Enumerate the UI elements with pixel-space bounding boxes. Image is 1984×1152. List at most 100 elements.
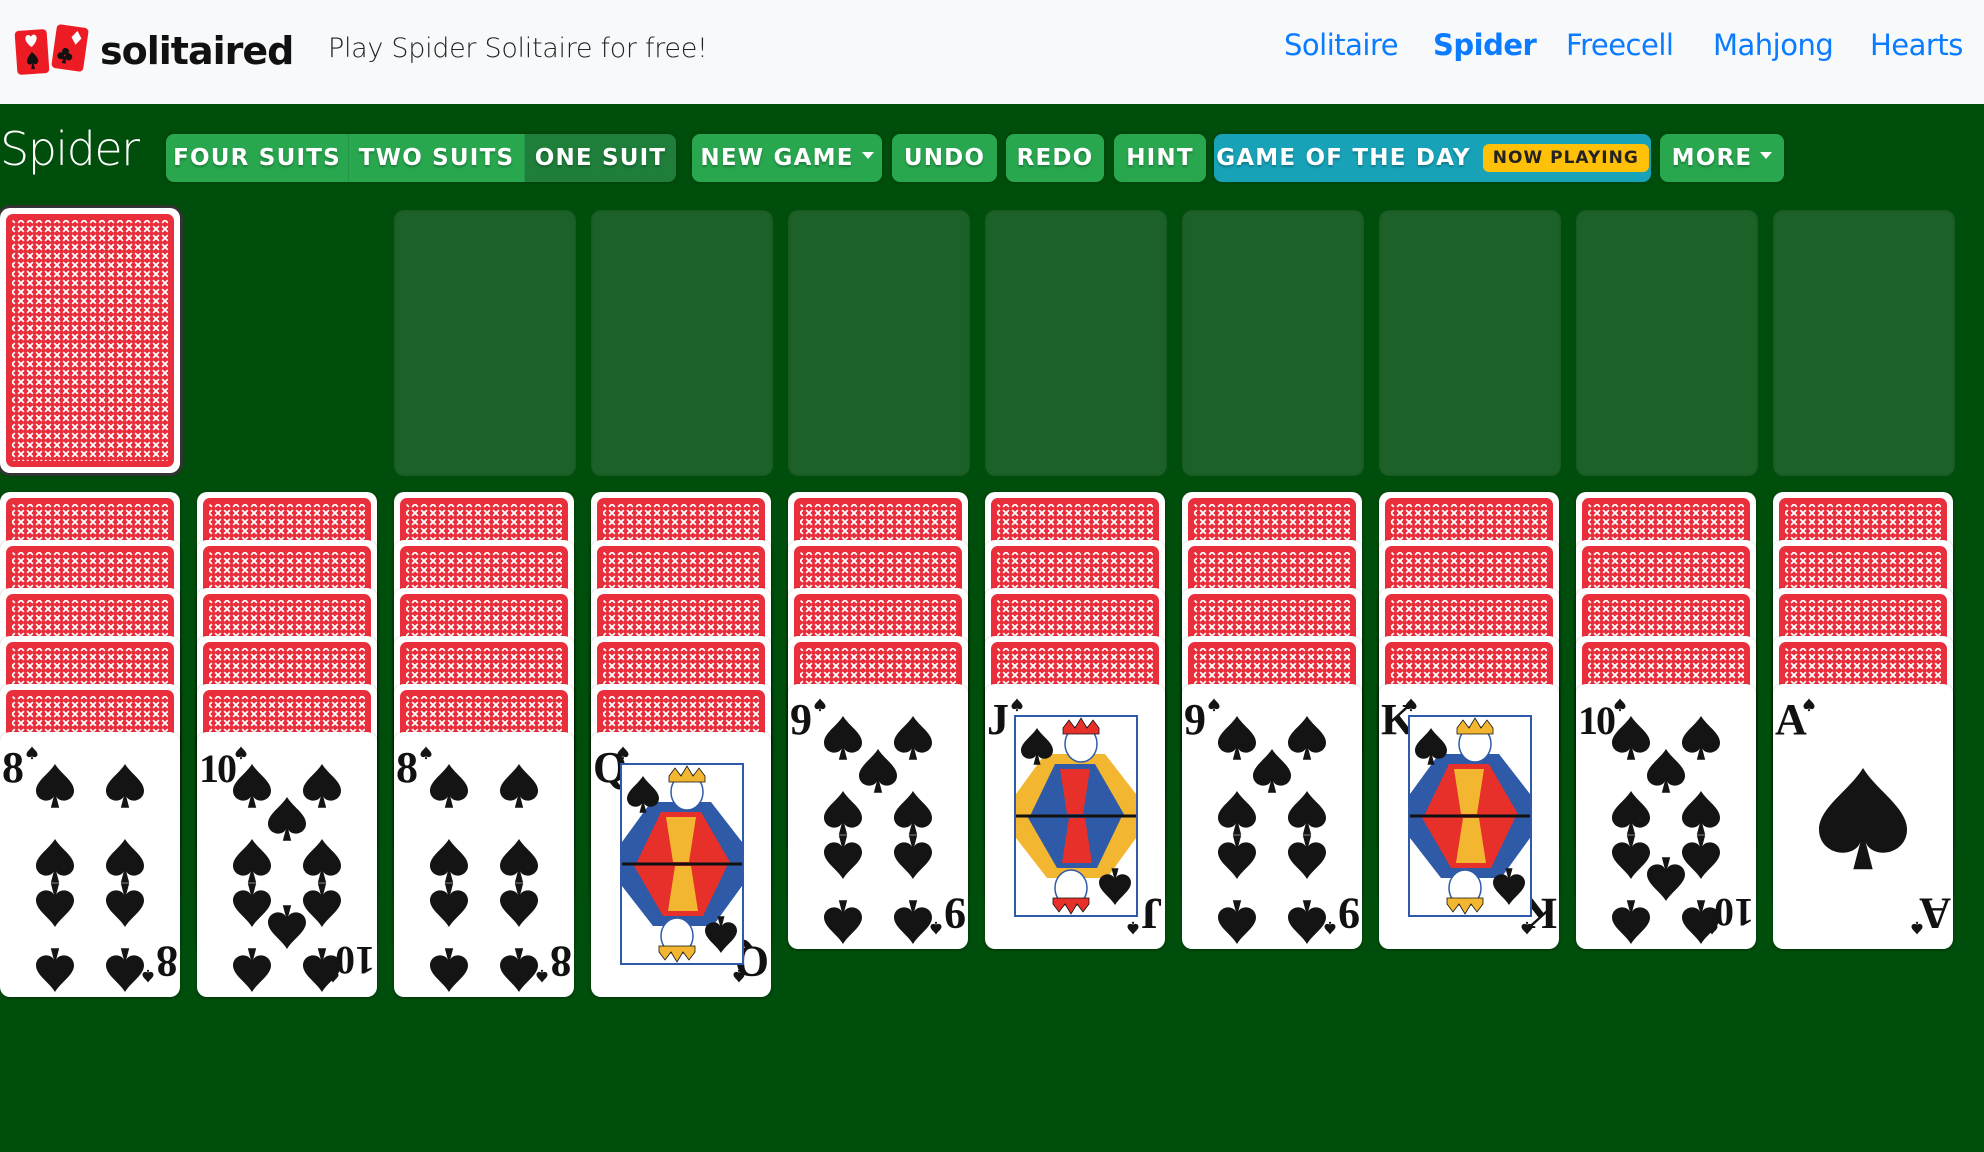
spade-pip-icon bbox=[233, 764, 271, 808]
spade-pip-icon bbox=[233, 839, 271, 883]
corner-index-bottom: 9 bbox=[930, 889, 966, 938]
corner-rank-bottom: A bbox=[1919, 889, 1951, 938]
chevron-down-icon bbox=[861, 151, 874, 159]
card-9-of-spades[interactable]: 99 bbox=[1182, 684, 1362, 949]
spade-pip-icon bbox=[106, 839, 144, 883]
spade-pip-icon bbox=[894, 900, 932, 944]
corner-index-bottom: 9 bbox=[1324, 889, 1360, 938]
spade-pip-icon bbox=[235, 746, 247, 760]
spade-pip-icon bbox=[500, 839, 538, 883]
foundation-slot[interactable] bbox=[1773, 210, 1955, 476]
spade-pip-icon bbox=[36, 948, 74, 992]
spade-pip-icon bbox=[142, 969, 154, 983]
spade-pip-icon bbox=[1612, 791, 1650, 835]
spade-pip-icon bbox=[1612, 835, 1650, 879]
spade-pip-icon bbox=[430, 883, 468, 927]
spade-pip-icon bbox=[1647, 749, 1685, 793]
spade-pip-icon bbox=[268, 905, 306, 949]
spade-pip-icon bbox=[1218, 900, 1256, 944]
one-suit-button[interactable]: ONE SUIT bbox=[525, 134, 676, 182]
spade-pip-icon bbox=[26, 746, 38, 760]
spade-pip-icon bbox=[536, 969, 548, 983]
stock-pile[interactable] bbox=[0, 208, 180, 473]
four-suits-button[interactable]: FOUR SUITS bbox=[166, 134, 349, 182]
card-j-of-spades[interactable]: JJ bbox=[985, 684, 1165, 949]
card-a-of-spades[interactable]: AA bbox=[1773, 684, 1953, 949]
undo-button[interactable]: UNDO bbox=[892, 134, 997, 182]
logo-cards-icon bbox=[14, 23, 92, 78]
spade-pip-icon bbox=[500, 883, 538, 927]
nav-link-mahjong[interactable]: Mahjong bbox=[1713, 28, 1834, 62]
foundation-slot[interactable] bbox=[788, 210, 970, 476]
spade-pip-icon bbox=[233, 883, 271, 927]
nav-link-hearts[interactable]: Hearts bbox=[1870, 28, 1963, 62]
corner-rank-top: 9 bbox=[1184, 695, 1206, 744]
site-logo[interactable]: solitaired bbox=[14, 23, 304, 78]
spade-pip-icon bbox=[1011, 698, 1023, 712]
nav-link-solitaire[interactable]: Solitaire bbox=[1284, 28, 1399, 62]
spade-pip-icon bbox=[233, 948, 271, 992]
card-10-of-spades[interactable]: 10 10 bbox=[197, 732, 377, 997]
corner-rank-top: 10 bbox=[199, 746, 237, 791]
card-q-of-spades[interactable]: QQ bbox=[591, 732, 771, 997]
spade-pip-icon bbox=[1288, 900, 1326, 944]
spade-pip-icon bbox=[824, 835, 862, 879]
spade-pip-icon bbox=[500, 948, 538, 992]
spade-pip-icon bbox=[1218, 835, 1256, 879]
spade-pip-icon bbox=[1127, 921, 1139, 935]
corner-rank-bottom: 8 bbox=[156, 937, 178, 986]
spade-pip-icon bbox=[303, 764, 341, 808]
corner-rank-top: A bbox=[1775, 695, 1807, 744]
spade-pip-icon bbox=[859, 749, 897, 793]
spade-pip-icon bbox=[1288, 716, 1326, 760]
card-9-of-spades[interactable]: 99 bbox=[788, 684, 968, 949]
spade-pip-icon bbox=[430, 764, 468, 808]
corner-rank-bottom: 8 bbox=[550, 937, 572, 986]
corner-rank-bottom: 10 bbox=[1714, 890, 1754, 935]
foundation-slot[interactable] bbox=[591, 210, 773, 476]
hint-button[interactable]: HINT bbox=[1114, 134, 1206, 182]
spade-pip-icon bbox=[814, 698, 826, 712]
redo-button[interactable]: REDO bbox=[1006, 134, 1104, 182]
chevron-down-icon bbox=[1760, 151, 1773, 159]
foundation-slot[interactable] bbox=[1576, 210, 1758, 476]
now-playing-badge: NOW PLAYING bbox=[1482, 144, 1649, 172]
spade-pip-icon bbox=[420, 746, 432, 760]
spade-pip-icon bbox=[930, 921, 942, 935]
foundation-slot[interactable] bbox=[394, 210, 576, 476]
corner-rank-bottom: 9 bbox=[1338, 889, 1360, 938]
more-button[interactable]: MORE bbox=[1660, 134, 1784, 182]
card-8-of-spades[interactable]: 88 bbox=[394, 732, 574, 997]
spade-pip-icon bbox=[1288, 791, 1326, 835]
card-k-of-spades[interactable]: KK bbox=[1379, 684, 1559, 949]
new-game-button[interactable]: NEW GAME bbox=[692, 134, 882, 182]
spade-pip-icon bbox=[1614, 698, 1626, 712]
suit-mode-group: FOUR SUITS TWO SUITS ONE SUIT bbox=[166, 134, 676, 182]
logo-card-heart-spade-icon bbox=[14, 28, 50, 76]
spade-pip-icon bbox=[1218, 716, 1256, 760]
game-of-the-day-button[interactable]: GAME OF THE DAY NOW PLAYING bbox=[1214, 134, 1651, 182]
spade-pip-icon bbox=[106, 948, 144, 992]
spade-pip-icon bbox=[36, 764, 74, 808]
foundation-slot[interactable] bbox=[985, 210, 1167, 476]
spade-pip-icon bbox=[36, 839, 74, 883]
two-suits-button[interactable]: TWO SUITS bbox=[349, 134, 525, 182]
tagline: Play Spider Solitaire for free! bbox=[328, 33, 708, 64]
card-8-of-spades[interactable]: 88 bbox=[0, 732, 180, 997]
card-back-lattice bbox=[12, 220, 168, 461]
foundation-slot[interactable] bbox=[1182, 210, 1364, 476]
site-header: solitaired Play Spider Solitaire for fre… bbox=[0, 0, 1984, 104]
nav-link-freecell[interactable]: Freecell bbox=[1566, 28, 1674, 62]
spade-pip-icon bbox=[1682, 791, 1720, 835]
nav-link-spider[interactable]: Spider bbox=[1433, 28, 1537, 62]
spade-pip-icon bbox=[1218, 791, 1256, 835]
card-back-pattern bbox=[6, 214, 174, 467]
spade-pip-icon bbox=[894, 716, 932, 760]
foundation-slot[interactable] bbox=[1379, 210, 1561, 476]
corner-rank-bottom: 10 bbox=[335, 938, 375, 983]
spade-pip-icon bbox=[894, 835, 932, 879]
card-10-of-spades[interactable]: 10 10 bbox=[1576, 684, 1756, 949]
spade-pip-icon bbox=[1647, 857, 1685, 901]
spade-pip-icon bbox=[106, 883, 144, 927]
spade-pip-icon bbox=[1612, 716, 1650, 760]
